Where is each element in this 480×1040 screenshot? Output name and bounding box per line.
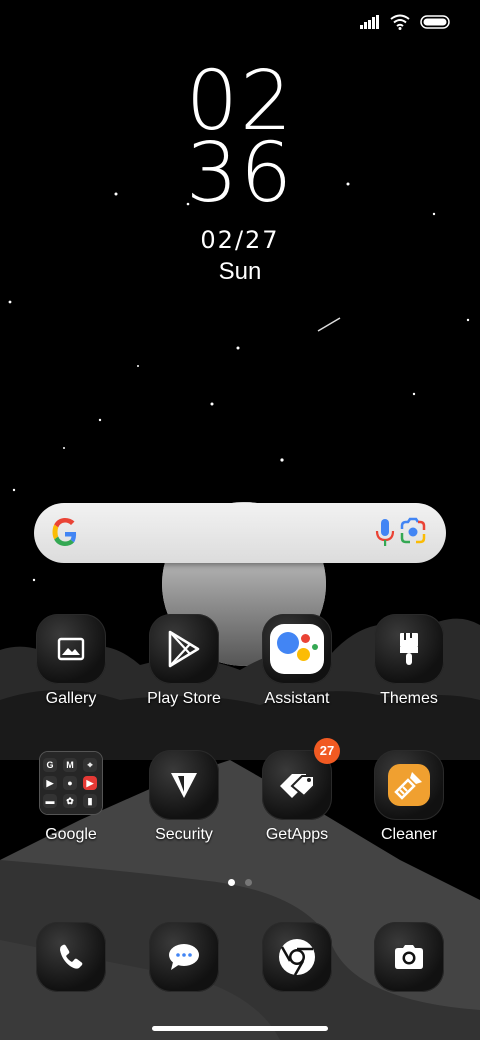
folder-icon: G M ⌖ ▶ ● ▶ ▬ ✿ ▮ bbox=[40, 752, 102, 814]
app-assistant[interactable]: Assistant bbox=[247, 614, 347, 708]
home-screen: 02 36 02/27 Sun Gallery Play Store Assis… bbox=[0, 0, 480, 1040]
camera-icon bbox=[374, 922, 444, 992]
google-search-bar[interactable] bbox=[34, 503, 446, 563]
play-store-icon bbox=[149, 614, 219, 684]
app-label: Security bbox=[155, 826, 213, 843]
app-label: Play Store bbox=[147, 690, 221, 707]
folder-google[interactable]: G M ⌖ ▶ ● ▶ ▬ ✿ ▮ Google bbox=[21, 752, 121, 844]
app-cleaner[interactable]: Cleaner bbox=[359, 750, 459, 844]
gesture-nav-bar[interactable] bbox=[152, 1026, 328, 1031]
lens-icon[interactable] bbox=[398, 517, 428, 547]
google-g-icon bbox=[52, 518, 77, 546]
signal-icon bbox=[360, 15, 379, 29]
clock-minute: 36 bbox=[185, 126, 295, 221]
dock-phone[interactable] bbox=[21, 922, 121, 992]
brush-icon bbox=[374, 614, 444, 684]
folder-app-icon: ▶ bbox=[43, 776, 57, 790]
folder-app-icon: ⌖ bbox=[83, 758, 97, 772]
app-play-store[interactable]: Play Store bbox=[134, 614, 234, 708]
app-label: Cleaner bbox=[380, 826, 438, 843]
page-indicator[interactable] bbox=[0, 879, 480, 886]
folder-app-icon: ✿ bbox=[63, 794, 77, 808]
folder-app-icon: ▬ bbox=[43, 794, 57, 808]
app-label: Assistant bbox=[264, 690, 330, 707]
folder-app-icon: M bbox=[63, 758, 77, 772]
folder-app-icon: ● bbox=[63, 776, 77, 790]
app-getapps[interactable]: 27 GetApps bbox=[247, 738, 347, 844]
cleaner-icon bbox=[374, 750, 444, 820]
folder-app-icon: G bbox=[43, 758, 57, 772]
getapps-icon: 27 bbox=[262, 738, 340, 820]
app-themes[interactable]: Themes bbox=[359, 614, 459, 708]
wifi-icon bbox=[390, 14, 410, 30]
app-label: GetApps bbox=[265, 826, 329, 843]
dock-camera[interactable] bbox=[359, 922, 459, 992]
folder-app-icon: ▮ bbox=[83, 794, 97, 808]
gallery-icon bbox=[36, 614, 106, 684]
clock-widget[interactable]: 02 36 02/27 Sun bbox=[0, 61, 480, 286]
notification-badge: 27 bbox=[314, 738, 340, 764]
clock-day: Sun bbox=[218, 258, 262, 285]
messages-icon bbox=[149, 922, 219, 992]
app-security[interactable]: Security bbox=[134, 750, 234, 844]
page-dot[interactable] bbox=[245, 879, 252, 886]
folder-app-icon: ▶ bbox=[83, 776, 97, 790]
phone-icon bbox=[36, 922, 106, 992]
app-label: Google bbox=[45, 826, 97, 843]
security-icon bbox=[149, 750, 219, 820]
dock-messages[interactable] bbox=[134, 922, 234, 992]
battery-icon bbox=[420, 15, 450, 29]
clock-date: 02/27 bbox=[200, 226, 280, 254]
app-label: Themes bbox=[380, 690, 438, 707]
app-label: Gallery bbox=[45, 690, 97, 707]
page-dot-active[interactable] bbox=[228, 879, 235, 886]
mic-icon[interactable] bbox=[374, 518, 396, 548]
shooting-star bbox=[317, 317, 341, 332]
dock-chrome[interactable] bbox=[247, 922, 347, 992]
app-gallery[interactable]: Gallery bbox=[21, 614, 121, 708]
chrome-icon bbox=[262, 922, 332, 992]
assistant-icon bbox=[262, 614, 332, 684]
status-bar bbox=[360, 14, 450, 30]
